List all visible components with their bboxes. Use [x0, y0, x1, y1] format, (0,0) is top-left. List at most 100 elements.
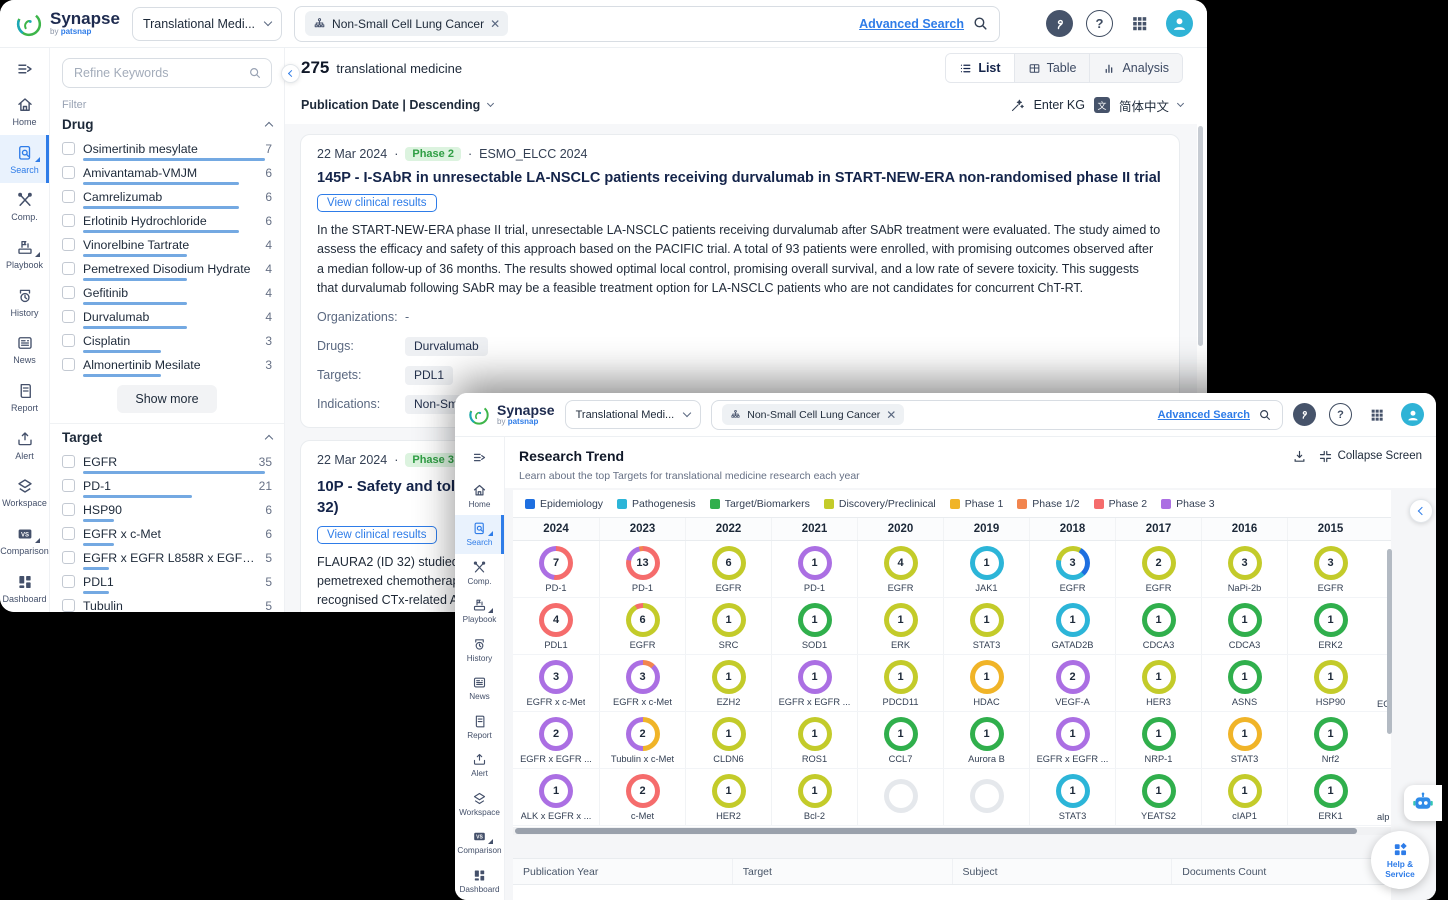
synapse-logo[interactable]: Synapse by patsnap	[14, 9, 120, 39]
checkbox[interactable]	[62, 503, 75, 516]
checkbox[interactable]	[62, 286, 75, 299]
filter-item-row[interactable]: Tubulin5	[62, 598, 272, 612]
close-icon[interactable]: ✕	[886, 408, 896, 422]
checkbox[interactable]	[62, 334, 75, 347]
filter-item-row[interactable]: HSP906	[62, 502, 272, 517]
filter-item-row[interactable]: Pemetrexed Disodium Hydrate4	[62, 261, 272, 276]
article-title[interactable]: 145P - I-SAbR in unresectable LA-NSCLC p…	[317, 170, 1163, 186]
checkbox[interactable]	[62, 527, 75, 540]
trend-cell[interactable]: 13PD-1	[599, 541, 685, 597]
checkbox[interactable]	[62, 166, 75, 179]
sidebar-item-dashboard[interactable]: Dashboard	[0, 564, 49, 612]
search-icon[interactable]	[972, 15, 989, 32]
collapse-sidebar-button[interactable]	[0, 54, 49, 84]
trend-cell[interactable]: 2EGFR x EGFR ...	[513, 712, 599, 768]
expand-panel-button[interactable]	[1409, 499, 1433, 523]
trend-cell[interactable]: 2VEGF-A	[1029, 655, 1115, 711]
checkbox[interactable]	[62, 599, 75, 612]
trend-cell[interactable]: 7PD-1	[513, 541, 599, 597]
search-term-chip[interactable]: Non-Small Cell Lung Cancer ✕	[722, 404, 904, 425]
trend-cell[interactable]: 1SOD1	[771, 598, 857, 654]
checkbox[interactable]	[62, 358, 75, 371]
show-more-button[interactable]: Show more	[117, 385, 216, 413]
trend-cell[interactable]: 2Tubulin x c-Met	[599, 712, 685, 768]
advanced-search-link[interactable]: Advanced Search	[859, 17, 964, 31]
sidebar-item-search[interactable]: Search	[455, 515, 504, 553]
trend-cell[interactable]	[857, 769, 943, 825]
filter-item-row[interactable]: Vinorelbine Tartrate4	[62, 237, 272, 252]
checkbox[interactable]	[62, 190, 75, 203]
checkbox[interactable]	[62, 575, 75, 588]
scope-dropdown[interactable]: Translational Medi...	[132, 7, 282, 41]
sidebar-item-alert[interactable]: Alert	[0, 421, 49, 469]
sidebar-item-home[interactable]: Home	[0, 88, 49, 136]
synapse-logo[interactable]: Synapse by patsnap	[467, 403, 555, 427]
trend-cell[interactable]: 1STAT3	[1029, 769, 1115, 825]
legend-item[interactable]: Pathogenesis	[617, 498, 696, 510]
language-selector[interactable]: 简体中文	[1119, 96, 1169, 115]
trend-cell[interactable]: 1Bcl-2	[771, 769, 857, 825]
filter-item-row[interactable]: Almonertinib Mesilate3	[62, 357, 272, 372]
chatbot-button[interactable]	[1404, 785, 1442, 821]
trend-cell[interactable]: 1GATAD2B	[1029, 598, 1115, 654]
sidebar-item-dashboard[interactable]: Dashboard	[455, 861, 504, 899]
filter-section-header[interactable]: Drug	[62, 117, 272, 132]
sidebar-item-comp[interactable]: Comp.	[0, 183, 49, 231]
trend-cell[interactable]: 1Aurora B	[943, 712, 1029, 768]
download-icon[interactable]	[1292, 449, 1307, 464]
trend-cell[interactable]: 1ERK1	[1287, 769, 1373, 825]
checkbox[interactable]	[62, 310, 75, 323]
trend-cell[interactable]: 6EGFR	[599, 598, 685, 654]
help-icon[interactable]: ?	[1329, 403, 1352, 426]
trend-cell[interactable]: 1HDAC	[943, 655, 1029, 711]
checkbox[interactable]	[62, 551, 75, 564]
trend-cell[interactable]: 6EGFR	[685, 541, 771, 597]
legend-item[interactable]: Phase 2	[1094, 498, 1148, 510]
sidebar-item-search[interactable]: Search	[0, 135, 49, 183]
patsnap-icon[interactable]	[1046, 10, 1073, 37]
search-term-chip[interactable]: Non-Small Cell Lung Cancer ✕	[305, 11, 508, 36]
vertical-scrollbar[interactable]	[1198, 126, 1203, 346]
trend-cell[interactable]: 1EGFR x EGFR ...	[1029, 712, 1115, 768]
search-icon[interactable]	[248, 66, 262, 80]
apps-grid-icon[interactable]	[1365, 403, 1388, 426]
help-service-button[interactable]: Help & Service	[1371, 831, 1429, 889]
search-icon[interactable]	[1258, 408, 1272, 422]
advanced-search-link[interactable]: Advanced Search	[1158, 409, 1250, 421]
filter-item-row[interactable]: Erlotinib Hydrochloride6	[62, 213, 272, 228]
filter-item-row[interactable]: PD-121	[62, 478, 272, 493]
legend-item[interactable]: Epidemiology	[525, 498, 603, 510]
checkbox[interactable]	[62, 479, 75, 492]
legend-item[interactable]: Phase 1	[950, 498, 1004, 510]
filter-item-row[interactable]: EGFR35	[62, 454, 272, 469]
sidebar-item-comparison[interactable]: Comparison	[0, 517, 49, 565]
legend-item[interactable]: Phase 3	[1161, 498, 1215, 510]
trend-cell[interactable]: 1YEATS2	[1115, 769, 1201, 825]
trend-cell[interactable]: 3NaPi-2b	[1201, 541, 1287, 597]
filter-item-row[interactable]: Cisplatin3	[62, 333, 272, 348]
trend-cell[interactable]: 3EGFR	[1287, 541, 1373, 597]
article-card[interactable]: 22 Mar 2024· Phase 2· ESMO_ELCC 2024 145…	[300, 134, 1180, 428]
sidebar-item-playbook[interactable]: Playbook	[0, 231, 49, 279]
sidebar-item-home[interactable]: Home	[455, 477, 504, 515]
filter-item-row[interactable]: Amivantamab-VMJM6	[62, 165, 272, 180]
trend-cell[interactable]: 1Nrf2	[1287, 712, 1373, 768]
trend-cell[interactable]: 1PDCD11	[857, 655, 943, 711]
avatar[interactable]	[1401, 403, 1424, 426]
trend-cell[interactable]: 1CDCA3	[1115, 598, 1201, 654]
apps-grid-icon[interactable]	[1126, 10, 1153, 37]
trend-cell[interactable]: 1STAT3	[943, 598, 1029, 654]
avatar[interactable]	[1166, 10, 1193, 37]
sidebar-item-alert[interactable]: Alert	[455, 746, 504, 784]
sidebar-item-history[interactable]: History	[0, 278, 49, 326]
checkbox[interactable]	[62, 455, 75, 468]
tab-analysis[interactable]: Analysis	[1089, 54, 1182, 82]
sidebar-item-news[interactable]: News	[455, 669, 504, 707]
sidebar-item-history[interactable]: History	[455, 631, 504, 669]
sidebar-item-comp[interactable]: Comp.	[455, 554, 504, 592]
filter-item-row[interactable]: EGFR x EGFR L858R x EGFR-Ex19del5	[62, 550, 272, 565]
filter-section-header[interactable]: Target	[62, 430, 272, 445]
trend-cell[interactable]: 1JAK1	[943, 541, 1029, 597]
vertical-scrollbar[interactable]	[1387, 549, 1392, 734]
checkbox[interactable]	[62, 142, 75, 155]
